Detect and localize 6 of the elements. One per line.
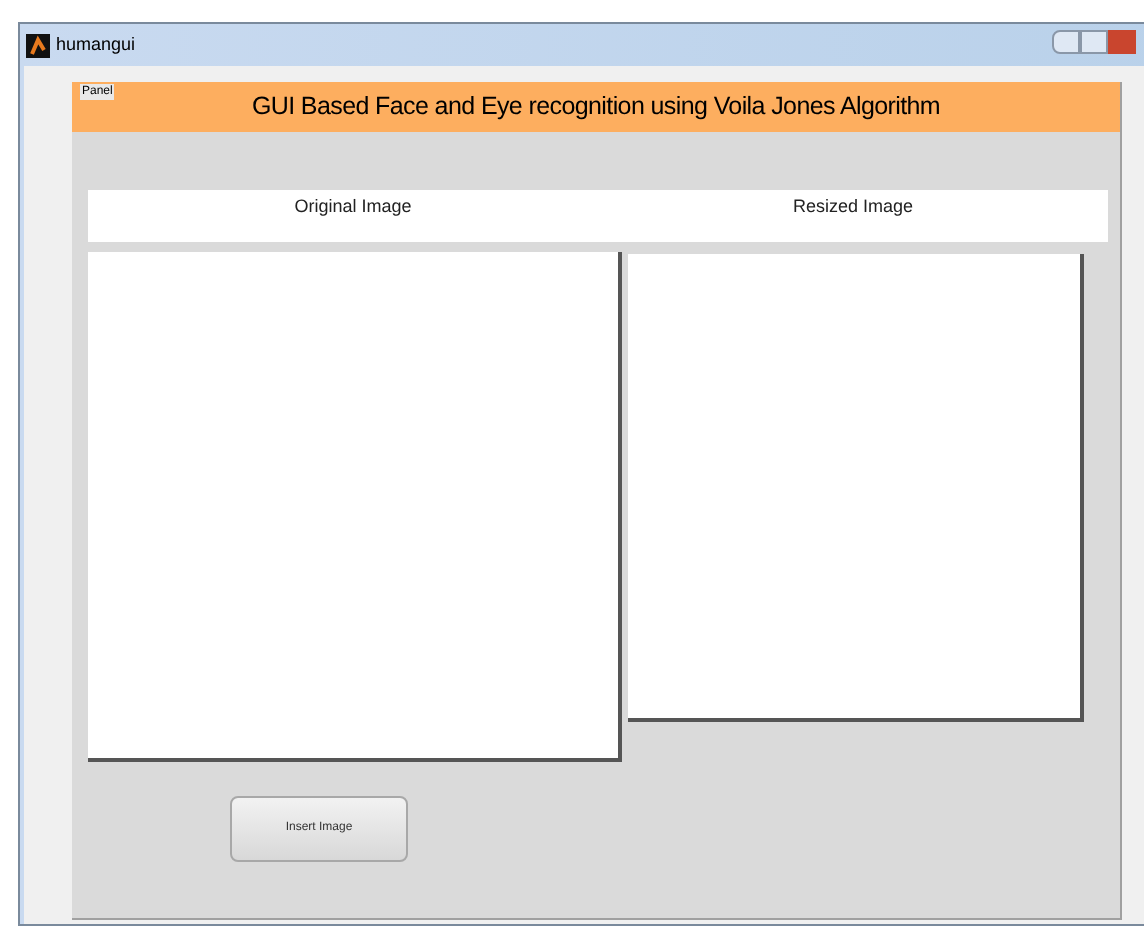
window-controls-icon[interactable] bbox=[1052, 29, 1136, 53]
window-title: humangui bbox=[56, 31, 136, 58]
image-label: Resized Image bbox=[792, 194, 914, 220]
app-icon bbox=[26, 33, 50, 57]
panel-heading: GUI Based Face and Eye recognition using Voila Jones Algorithm bbox=[251, 90, 941, 125]
image-label: Original Image bbox=[294, 194, 412, 220]
